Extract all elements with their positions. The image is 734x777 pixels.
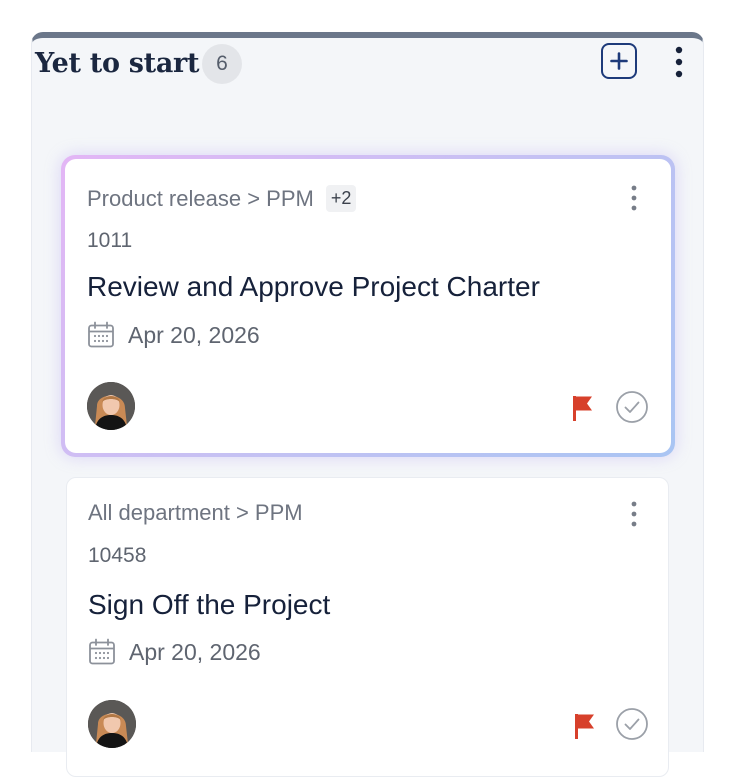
assignee-avatar[interactable] — [88, 700, 136, 748]
breadcrumb-text: Product release > PPM — [87, 185, 314, 211]
flag-icon — [573, 396, 592, 421]
priority-flag[interactable] — [571, 395, 593, 426]
more-vertical-icon — [631, 185, 637, 211]
column-header: Yet to start 6 — [35, 40, 699, 90]
more-vertical-icon — [675, 46, 683, 78]
priority-flag[interactable] — [573, 713, 595, 744]
extra-tags-badge[interactable]: +2 — [325, 185, 357, 212]
task-card[interactable]: Product release > PPM +2 1011 Review and… — [61, 155, 675, 457]
due-date: Apr 20, 2026 — [88, 638, 261, 666]
complete-task-button[interactable] — [615, 390, 649, 429]
task-id: 10458 — [88, 544, 147, 567]
due-date: Apr 20, 2026 — [87, 321, 260, 349]
calendar-icon — [89, 638, 115, 665]
plus-icon — [610, 52, 628, 70]
add-task-button[interactable] — [601, 43, 637, 79]
flag-icon — [575, 714, 594, 739]
due-date-text: Apr 20, 2026 — [128, 321, 260, 348]
card-more-button[interactable] — [627, 499, 641, 529]
task-card[interactable]: All department > PPM 10458 Sign Off the … — [66, 477, 669, 777]
task-card-body: Product release > PPM +2 1011 Review and… — [65, 159, 671, 453]
card-more-button[interactable] — [627, 183, 641, 213]
column-more-button[interactable] — [669, 40, 689, 84]
check-circle-icon — [616, 708, 648, 740]
complete-task-button[interactable] — [615, 707, 649, 746]
person-avatar-icon — [88, 700, 136, 748]
assignee-avatar[interactable] — [87, 382, 135, 430]
card-breadcrumb: All department > PPM — [88, 500, 303, 526]
due-date-text: Apr 20, 2026 — [129, 638, 261, 665]
card-breadcrumb: Product release > PPM +2 — [87, 185, 357, 212]
task-card-body: All department > PPM 10458 Sign Off the … — [66, 477, 669, 777]
breadcrumb-text: All department > PPM — [88, 500, 303, 525]
person-avatar-icon — [87, 382, 135, 430]
task-count-badge: 6 — [202, 44, 242, 84]
column-title: Yet to start — [35, 48, 200, 79]
check-circle-icon — [616, 391, 648, 423]
task-id: 1011 — [87, 229, 133, 252]
calendar-icon — [88, 321, 114, 348]
task-title[interactable]: Review and Approve Project Charter — [87, 271, 540, 303]
more-vertical-icon — [631, 501, 637, 527]
task-title[interactable]: Sign Off the Project — [88, 589, 330, 621]
